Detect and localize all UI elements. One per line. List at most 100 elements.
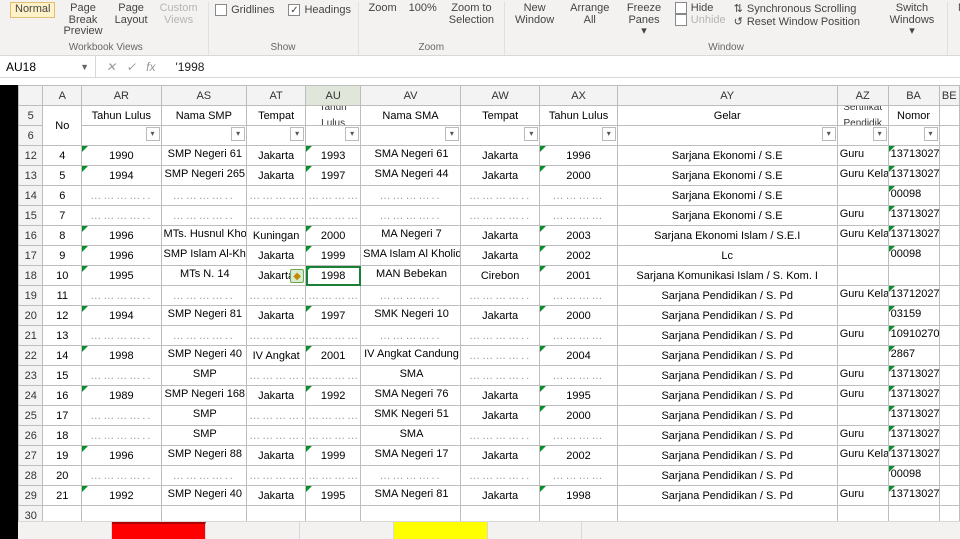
cell[interactable]: 13713027 bbox=[888, 166, 939, 186]
cell[interactable]: 7 bbox=[43, 206, 82, 226]
cell[interactable]: ………….. bbox=[82, 406, 161, 426]
cell[interactable]: Jakarta bbox=[247, 306, 306, 326]
cell[interactable]: Sarjana Komunikasi Islam / S. Kom. I bbox=[617, 266, 837, 286]
btn-custom-views[interactable]: Custom Views bbox=[156, 2, 202, 27]
col-header-A[interactable]: A bbox=[43, 86, 82, 106]
header-cell[interactable]: No bbox=[43, 106, 82, 146]
header-cell[interactable]: Tahun Lulus bbox=[82, 106, 161, 126]
cell[interactable] bbox=[888, 266, 939, 286]
cell[interactable]: Guru bbox=[837, 146, 888, 166]
cell[interactable]: 1997 bbox=[306, 166, 361, 186]
cell[interactable]: 2002 bbox=[540, 246, 617, 266]
cell[interactable]: ………….. bbox=[247, 426, 306, 446]
cell[interactable] bbox=[939, 266, 959, 286]
cell[interactable]: Sarjana Pendidikan / S. Pd bbox=[617, 466, 837, 486]
cell[interactable]: 00098 bbox=[888, 246, 939, 266]
cell[interactable]: 1989 bbox=[82, 386, 161, 406]
cell[interactable]: ………….. bbox=[247, 366, 306, 386]
cell[interactable]: Jakarta bbox=[460, 246, 539, 266]
cell[interactable]: Guru bbox=[837, 386, 888, 406]
cell[interactable]: ………… bbox=[540, 426, 617, 446]
cell[interactable]: SMA bbox=[361, 366, 461, 386]
cell[interactable]: SMA Negeri 61 bbox=[361, 146, 461, 166]
row-header[interactable]: 13 bbox=[19, 166, 43, 186]
col-header-AX[interactable]: AX bbox=[540, 86, 617, 106]
header-cell[interactable]: Tempat bbox=[460, 106, 539, 126]
cell[interactable]: SMP Negeri 168 bbox=[161, 386, 247, 406]
sheet-tab-1[interactable] bbox=[18, 522, 112, 539]
cell[interactable]: 1995 bbox=[82, 266, 161, 286]
cell[interactable] bbox=[939, 146, 959, 166]
cell[interactable]: ………….. bbox=[82, 326, 161, 346]
cell[interactable]: 1995 bbox=[540, 386, 617, 406]
enter-icon[interactable]: ✓ bbox=[126, 60, 136, 74]
row-header[interactable]: 27 bbox=[19, 446, 43, 466]
btn-arrange-all[interactable]: Arrange All bbox=[566, 2, 613, 27]
cell[interactable]: 13 bbox=[43, 326, 82, 346]
filter-cell[interactable] bbox=[939, 126, 959, 146]
filter-dropdown[interactable]: ▾ bbox=[146, 127, 160, 141]
formula-input[interactable]: '1998 bbox=[165, 60, 960, 74]
cell[interactable]: ………….. bbox=[161, 466, 247, 486]
row-header[interactable]: 29 bbox=[19, 486, 43, 506]
cell[interactable]: Jakarta bbox=[247, 146, 306, 166]
btn-macros[interactable]: Macro bbox=[954, 2, 960, 16]
cancel-icon[interactable]: ✕ bbox=[106, 60, 116, 74]
header-cell[interactable]: SertifikatPendidik bbox=[837, 106, 888, 126]
cell[interactable]: Sarjana Pendidikan / S. Pd bbox=[617, 426, 837, 446]
cell[interactable]: SMP bbox=[161, 426, 247, 446]
header-cell[interactable]: Nama SMP bbox=[161, 106, 247, 126]
cell[interactable]: ………….. bbox=[460, 286, 539, 306]
cell[interactable]: 1997 bbox=[306, 306, 361, 326]
cell[interactable]: 1992 bbox=[306, 386, 361, 406]
cell[interactable]: ………….. bbox=[361, 206, 461, 226]
cell[interactable] bbox=[939, 286, 959, 306]
cell[interactable] bbox=[939, 386, 959, 406]
header-cell[interactable]: Nama SMA bbox=[361, 106, 461, 126]
col-header-AS[interactable]: AS bbox=[161, 86, 247, 106]
header-cell[interactable]: Tempat bbox=[247, 106, 306, 126]
header-cell[interactable]: Gelar bbox=[617, 106, 837, 126]
cell[interactable]: ………….. bbox=[460, 366, 539, 386]
cell[interactable]: Jakarta◆ bbox=[247, 266, 306, 286]
filter-dropdown[interactable]: ▾ bbox=[290, 127, 304, 141]
cell[interactable]: ………….. bbox=[82, 466, 161, 486]
cell[interactable] bbox=[837, 266, 888, 286]
filter-dropdown[interactable]: ▾ bbox=[602, 127, 616, 141]
cell[interactable]: 4 bbox=[43, 146, 82, 166]
cell[interactable]: SMP bbox=[161, 366, 247, 386]
cell[interactable]: ………….. bbox=[460, 346, 539, 366]
row-header[interactable]: 14 bbox=[19, 186, 43, 206]
cell[interactable] bbox=[939, 306, 959, 326]
cell[interactable]: 8 bbox=[43, 226, 82, 246]
cell[interactable]: SMP Negeri 40 bbox=[161, 346, 247, 366]
fx-icon[interactable]: fx bbox=[146, 60, 155, 74]
cell[interactable]: SMA Negeri 76 bbox=[361, 386, 461, 406]
cell[interactable]: ………….. bbox=[161, 186, 247, 206]
header-cell[interactable]: Tahun Lulus bbox=[540, 106, 617, 126]
cell[interactable]: IV Angkat Candung bbox=[361, 346, 461, 366]
row-header[interactable]: 19 bbox=[19, 286, 43, 306]
cell[interactable]: 17 bbox=[43, 406, 82, 426]
worksheet-grid[interactable]: AARASATAUAVAWAXAYAZBABE 5NoTahun LulusNa… bbox=[18, 85, 960, 526]
cell[interactable]: 19 bbox=[43, 446, 82, 466]
cell[interactable]: 1999 bbox=[306, 246, 361, 266]
row-header[interactable]: 24 bbox=[19, 386, 43, 406]
filter-dropdown[interactable]: ▾ bbox=[445, 127, 459, 141]
cell[interactable]: 2004 bbox=[540, 346, 617, 366]
filter-cell[interactable]: ▾ bbox=[460, 126, 539, 146]
sheet-tab-3[interactable] bbox=[206, 522, 300, 539]
cell[interactable]: 1998 bbox=[82, 346, 161, 366]
cell[interactable] bbox=[939, 186, 959, 206]
cell[interactable] bbox=[939, 206, 959, 226]
name-box[interactable]: AU18▼ bbox=[0, 56, 96, 77]
cell[interactable]: 2000 bbox=[306, 226, 361, 246]
btn-zoom-selection[interactable]: Zoom to Selection bbox=[445, 2, 498, 27]
cell[interactable]: 13713027 bbox=[888, 206, 939, 226]
cell[interactable]: Sarjana Ekonomi / S.E bbox=[617, 186, 837, 206]
cell[interactable]: 2867 bbox=[888, 346, 939, 366]
cell[interactable]: ………… bbox=[306, 186, 361, 206]
sheet-tab-4[interactable] bbox=[300, 522, 394, 539]
cell[interactable]: 1990 bbox=[82, 146, 161, 166]
cell[interactable]: 13713027 bbox=[888, 226, 939, 246]
